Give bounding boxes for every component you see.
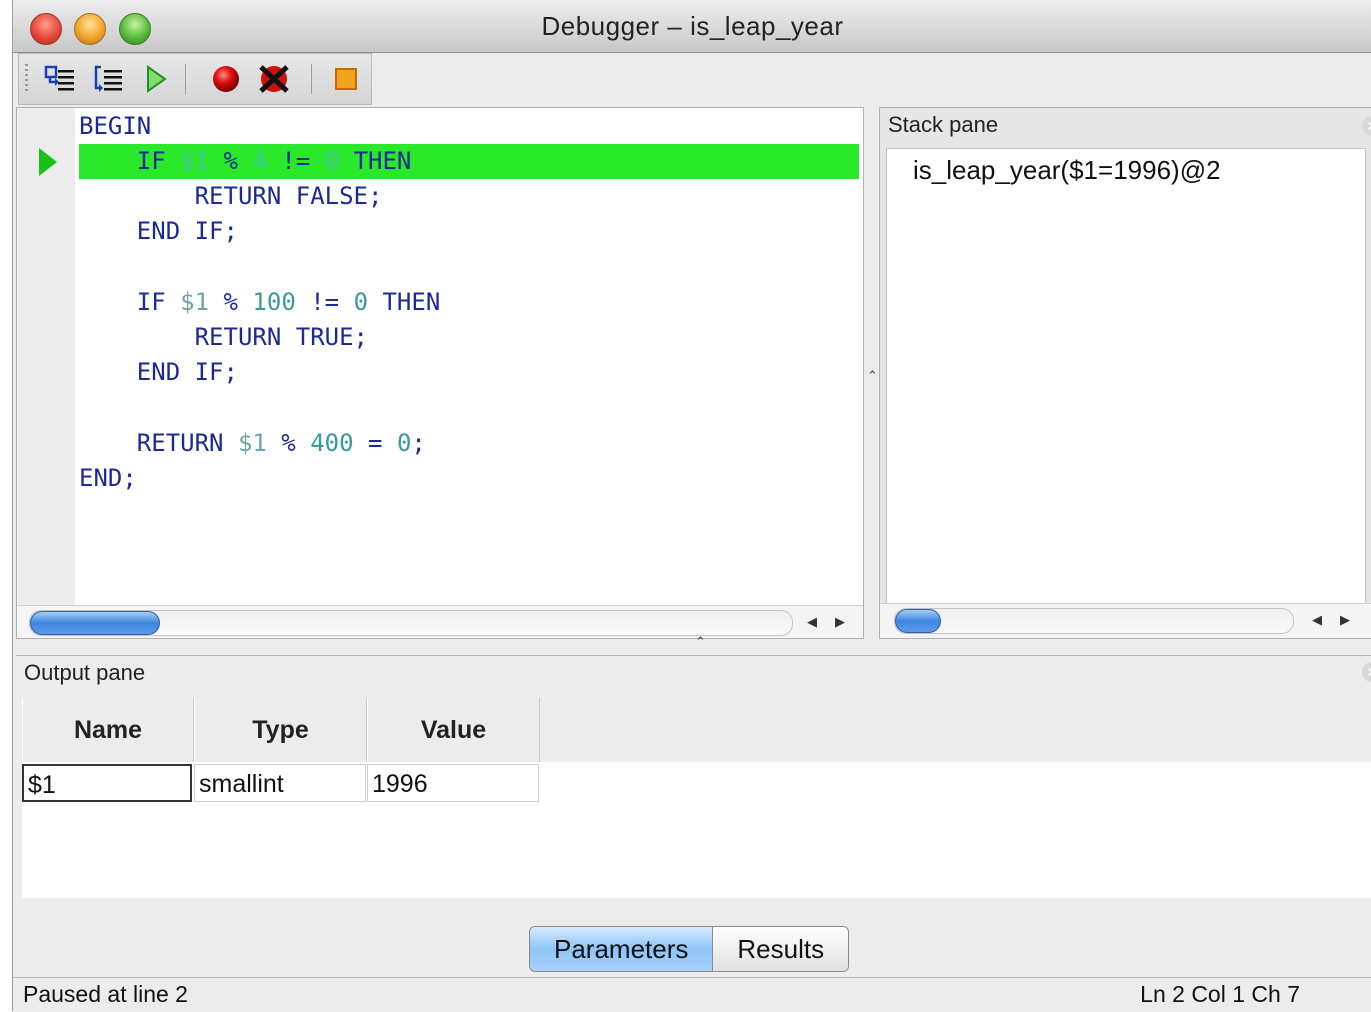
scroll-left-arrow-icon[interactable]: ◀ bbox=[1308, 611, 1326, 629]
debug-toolbar bbox=[18, 53, 372, 105]
output-pane-title: Output pane bbox=[24, 660, 146, 685]
code-line: IF $1 % 100 != 0 THEN bbox=[79, 288, 441, 316]
code-token: $1 bbox=[237, 429, 267, 457]
horizontal-splitter-handle[interactable]: ⌃ bbox=[695, 634, 706, 650]
clear-breakpoints-button[interactable] bbox=[257, 62, 291, 96]
debugger-window: Debugger – is_leap_year BEGIN IF $1 % 4 … bbox=[12, 0, 1371, 1012]
stop-icon bbox=[335, 68, 357, 90]
code-line-current: IF $1 % 4 != 0 THEN bbox=[79, 144, 859, 179]
close-pane-icon[interactable]: ✕ bbox=[1362, 116, 1371, 136]
code-line: RETURN TRUE; bbox=[79, 323, 368, 351]
stack-pane: Stack pane ✕ is_leap_year($1=1996)@2 ◀ ▶ bbox=[879, 107, 1371, 639]
scroll-left-arrow-icon[interactable]: ◀ bbox=[803, 613, 821, 631]
stack-frame-list[interactable]: is_leap_year($1=1996)@2 bbox=[886, 148, 1366, 604]
status-bar: Paused at line 2 Ln 2 Col 1 Ch 7 bbox=[13, 977, 1371, 1012]
stack-horizontal-scrollbar[interactable]: ◀ ▶ bbox=[880, 603, 1371, 638]
step-into-icon bbox=[44, 65, 74, 91]
code-line: BEGIN bbox=[79, 112, 152, 140]
code-token: 0 bbox=[396, 429, 412, 457]
table-cell-type[interactable]: smallint bbox=[194, 764, 366, 802]
breakpoint-icon bbox=[213, 66, 239, 92]
vertical-splitter-handle[interactable]: ⌃ bbox=[867, 368, 878, 384]
code-line: END IF; bbox=[79, 217, 238, 245]
code-token: 400 bbox=[310, 429, 354, 457]
code-token: 4 bbox=[252, 147, 267, 175]
play-icon bbox=[147, 65, 167, 93]
toolbar-separator bbox=[311, 64, 312, 94]
code-token: $1 bbox=[180, 147, 210, 175]
toolbar-separator bbox=[185, 64, 186, 94]
code-line: END IF; bbox=[79, 358, 238, 386]
step-into-button[interactable] bbox=[43, 62, 77, 96]
toolbar-grip[interactable] bbox=[25, 64, 28, 94]
output-pane: Output pane ✕ Name Type Value $1 smallin… bbox=[16, 655, 1371, 978]
column-header-type[interactable]: Type bbox=[194, 698, 367, 762]
code-editor[interactable]: BEGIN IF $1 % 4 != 0 THEN RETURN FALSE; … bbox=[16, 107, 864, 639]
step-over-button[interactable] bbox=[91, 62, 125, 96]
editor-horizontal-scrollbar[interactable]: ◀ ▶ bbox=[17, 605, 863, 638]
code-line: RETURN FALSE; bbox=[79, 182, 383, 210]
stack-frame[interactable]: is_leap_year($1=1996)@2 bbox=[913, 155, 1221, 186]
table-cell-name[interactable]: $1 bbox=[22, 764, 192, 802]
cursor-position: Ln 2 Col 1 Ch 7 bbox=[1140, 981, 1300, 1007]
step-over-icon bbox=[94, 65, 122, 92]
code-token: 0 bbox=[324, 147, 340, 175]
scroll-thumb[interactable] bbox=[30, 611, 160, 635]
code-token: 0 bbox=[353, 288, 369, 316]
close-pane-icon[interactable]: ✕ bbox=[1362, 662, 1371, 682]
window-title: Debugger – is_leap_year bbox=[541, 11, 844, 41]
code-line: END; bbox=[79, 464, 137, 492]
set-breakpoint-button[interactable] bbox=[209, 62, 243, 96]
editor-gutter[interactable] bbox=[17, 108, 75, 605]
parameters-table[interactable]: Name Type Value $1 smallint 1996 bbox=[22, 698, 1371, 898]
stop-button[interactable] bbox=[329, 62, 363, 96]
clear-breakpoints-icon bbox=[259, 65, 289, 93]
column-header-value[interactable]: Value bbox=[367, 698, 540, 762]
scroll-right-arrow-icon[interactable]: ▶ bbox=[1336, 611, 1354, 629]
code-token: $1 bbox=[180, 288, 210, 316]
tab-parameters[interactable]: Parameters bbox=[530, 927, 714, 971]
scroll-track[interactable] bbox=[894, 608, 1294, 634]
code-area[interactable]: BEGIN IF $1 % 4 != 0 THEN RETURN FALSE; … bbox=[79, 108, 863, 605]
tab-results[interactable]: Results bbox=[713, 927, 849, 971]
title-bar: Debugger – is_leap_year bbox=[13, 0, 1371, 53]
table-cell-value[interactable]: 1996 bbox=[367, 764, 539, 802]
scroll-track[interactable] bbox=[29, 610, 793, 636]
code-line: RETURN $1 % 400 = 0; bbox=[79, 429, 426, 457]
table-header: Name Type Value bbox=[22, 698, 1371, 762]
stack-pane-title: Stack pane bbox=[888, 112, 999, 137]
scroll-right-arrow-icon[interactable]: ▶ bbox=[831, 613, 849, 631]
status-message: Paused at line 2 bbox=[23, 981, 188, 1007]
code-token: 100 bbox=[252, 288, 296, 316]
current-line-arrow-icon bbox=[39, 148, 57, 176]
scroll-thumb[interactable] bbox=[895, 609, 941, 633]
output-tabs: Parameters Results bbox=[529, 926, 850, 972]
column-header-name[interactable]: Name bbox=[22, 698, 194, 762]
continue-button[interactable] bbox=[139, 62, 173, 96]
